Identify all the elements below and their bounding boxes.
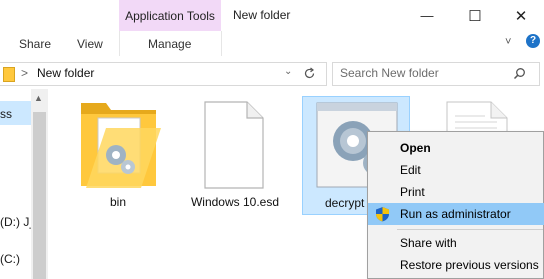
- file-item-partial[interactable]: [445, 96, 515, 136]
- maximize-button[interactable]: ☐: [452, 0, 498, 31]
- file-name: bin: [109, 195, 126, 209]
- file-name: Windows 10.esd: [190, 195, 280, 209]
- menu-separator: [397, 229, 543, 230]
- minimize-button[interactable]: —: [404, 0, 450, 31]
- menu-item-open[interactable]: Open: [368, 137, 544, 159]
- manage-tab-divider-left: [119, 31, 120, 56]
- uac-shield-icon: [376, 207, 389, 222]
- tab-view[interactable]: View: [77, 37, 103, 51]
- breadcrumb-separator: >: [21, 66, 29, 80]
- tab-manage[interactable]: Manage: [148, 37, 191, 51]
- nav-item-quick-access[interactable]: ss: [0, 107, 12, 121]
- breadcrumb-current[interactable]: New folder: [37, 66, 94, 80]
- blank-file-icon: [204, 101, 264, 189]
- menu-item-print[interactable]: Print: [368, 181, 544, 203]
- menu-item-label: Open: [400, 141, 431, 155]
- application-tools-label: Application Tools: [125, 9, 215, 23]
- text-file-icon: [446, 101, 508, 134]
- scroll-up-icon[interactable]: ▲: [34, 93, 43, 103]
- menu-item-run-as-administrator[interactable]: Run as administrator: [368, 203, 544, 225]
- close-icon: ✕: [514, 7, 528, 25]
- application-tools-tab-header: Application Tools: [119, 0, 221, 31]
- folder-icon: [81, 103, 161, 188]
- menu-item-label: Restore previous versions: [400, 258, 539, 272]
- chevron-down-icon: ˅: [505, 36, 512, 48]
- menu-item-label: Share with: [400, 236, 457, 250]
- help-button[interactable]: ?: [526, 34, 540, 48]
- menu-item-label: Edit: [400, 163, 421, 177]
- search-box[interactable]: Search New folder: [332, 62, 540, 86]
- nav-scrollbar-thumb[interactable]: [33, 112, 46, 279]
- help-icon: ?: [529, 35, 537, 46]
- menu-item-label: Print: [400, 185, 425, 199]
- menu-item-restore-previous-versions[interactable]: Restore previous versions: [368, 254, 544, 276]
- menu-item-share-with[interactable]: Share with: [368, 232, 544, 254]
- refresh-icon[interactable]: [303, 67, 316, 80]
- maximize-icon: ☐: [468, 7, 482, 25]
- menu-item-label: Run as administrator: [400, 207, 511, 221]
- window-title: New folder: [233, 8, 291, 22]
- address-dropdown-icon[interactable]: ⌄: [284, 66, 292, 77]
- search-placeholder: Search New folder: [340, 66, 439, 80]
- address-bar[interactable]: > New folder ⌄: [0, 62, 327, 86]
- file-item-windows-esd[interactable]: Windows 10.esd: [185, 95, 285, 215]
- manage-tab-divider-right: [221, 31, 222, 56]
- file-item-bin[interactable]: bin: [70, 95, 166, 215]
- nav-item-drive-c[interactable]: (C:): [0, 252, 20, 266]
- search-icon[interactable]: [513, 67, 526, 80]
- folder-small-icon: [3, 67, 15, 82]
- tab-share[interactable]: Share: [19, 37, 51, 51]
- context-menu: Open Edit Print Run as administrator Sha…: [367, 131, 544, 279]
- close-button[interactable]: ✕: [498, 0, 544, 31]
- ribbon-expand-button[interactable]: ˅: [505, 36, 517, 48]
- minimize-icon: —: [420, 8, 434, 23]
- menu-item-edit[interactable]: Edit: [368, 159, 544, 181]
